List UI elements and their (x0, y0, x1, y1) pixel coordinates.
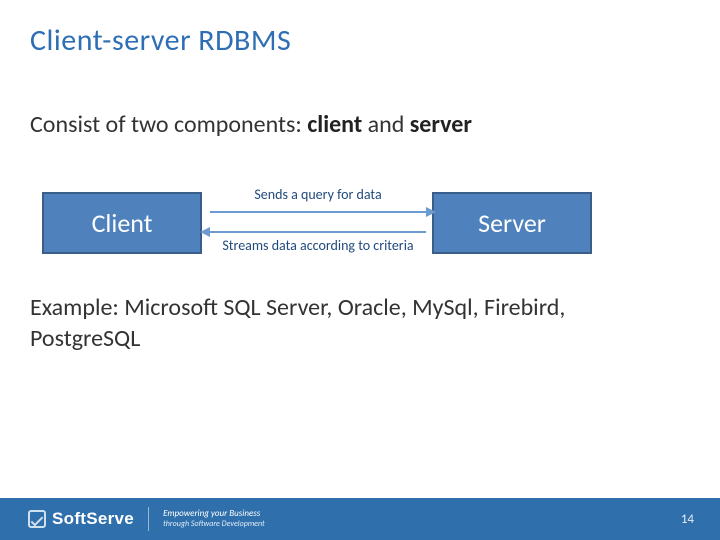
intro-prefix: Consist of two components: (30, 110, 307, 139)
arrow-bottom-label: Streams data according to criteria (208, 238, 428, 254)
example-text: Example: Microsoft SQL Server, Oracle, M… (30, 292, 670, 354)
brand-name: SoftServe (52, 509, 134, 529)
slide-title: Client-server RDBMS (30, 22, 291, 59)
logo-mark-icon (28, 510, 46, 528)
intro-bold-client: client (307, 110, 362, 139)
intro-text: Consist of two components: client and se… (30, 110, 472, 139)
arrow-line-top (210, 211, 426, 213)
slide: Client-server RDBMS Consist of two compo… (0, 0, 720, 540)
server-box: Server (432, 192, 592, 254)
arrow-top-label: Sends a query for data (208, 187, 428, 203)
arrowhead-right-icon (426, 207, 436, 217)
footer-tagline: Empowering your Business through Softwar… (163, 509, 265, 529)
arrow-line-bottom (210, 231, 426, 233)
footer-divider (148, 507, 149, 531)
client-box: Client (42, 192, 202, 254)
tagline-line2: through Software Development (163, 520, 265, 529)
footer-logo: SoftServe (28, 509, 134, 529)
intro-bold-server: server (410, 110, 472, 139)
diagram: Client Server Sends a query for data Str… (42, 182, 622, 302)
footer-bar: SoftServe Empowering your Business throu… (0, 498, 720, 540)
page-number: 14 (681, 512, 694, 527)
intro-mid: and (362, 110, 410, 139)
arrowhead-left-icon (200, 227, 210, 237)
